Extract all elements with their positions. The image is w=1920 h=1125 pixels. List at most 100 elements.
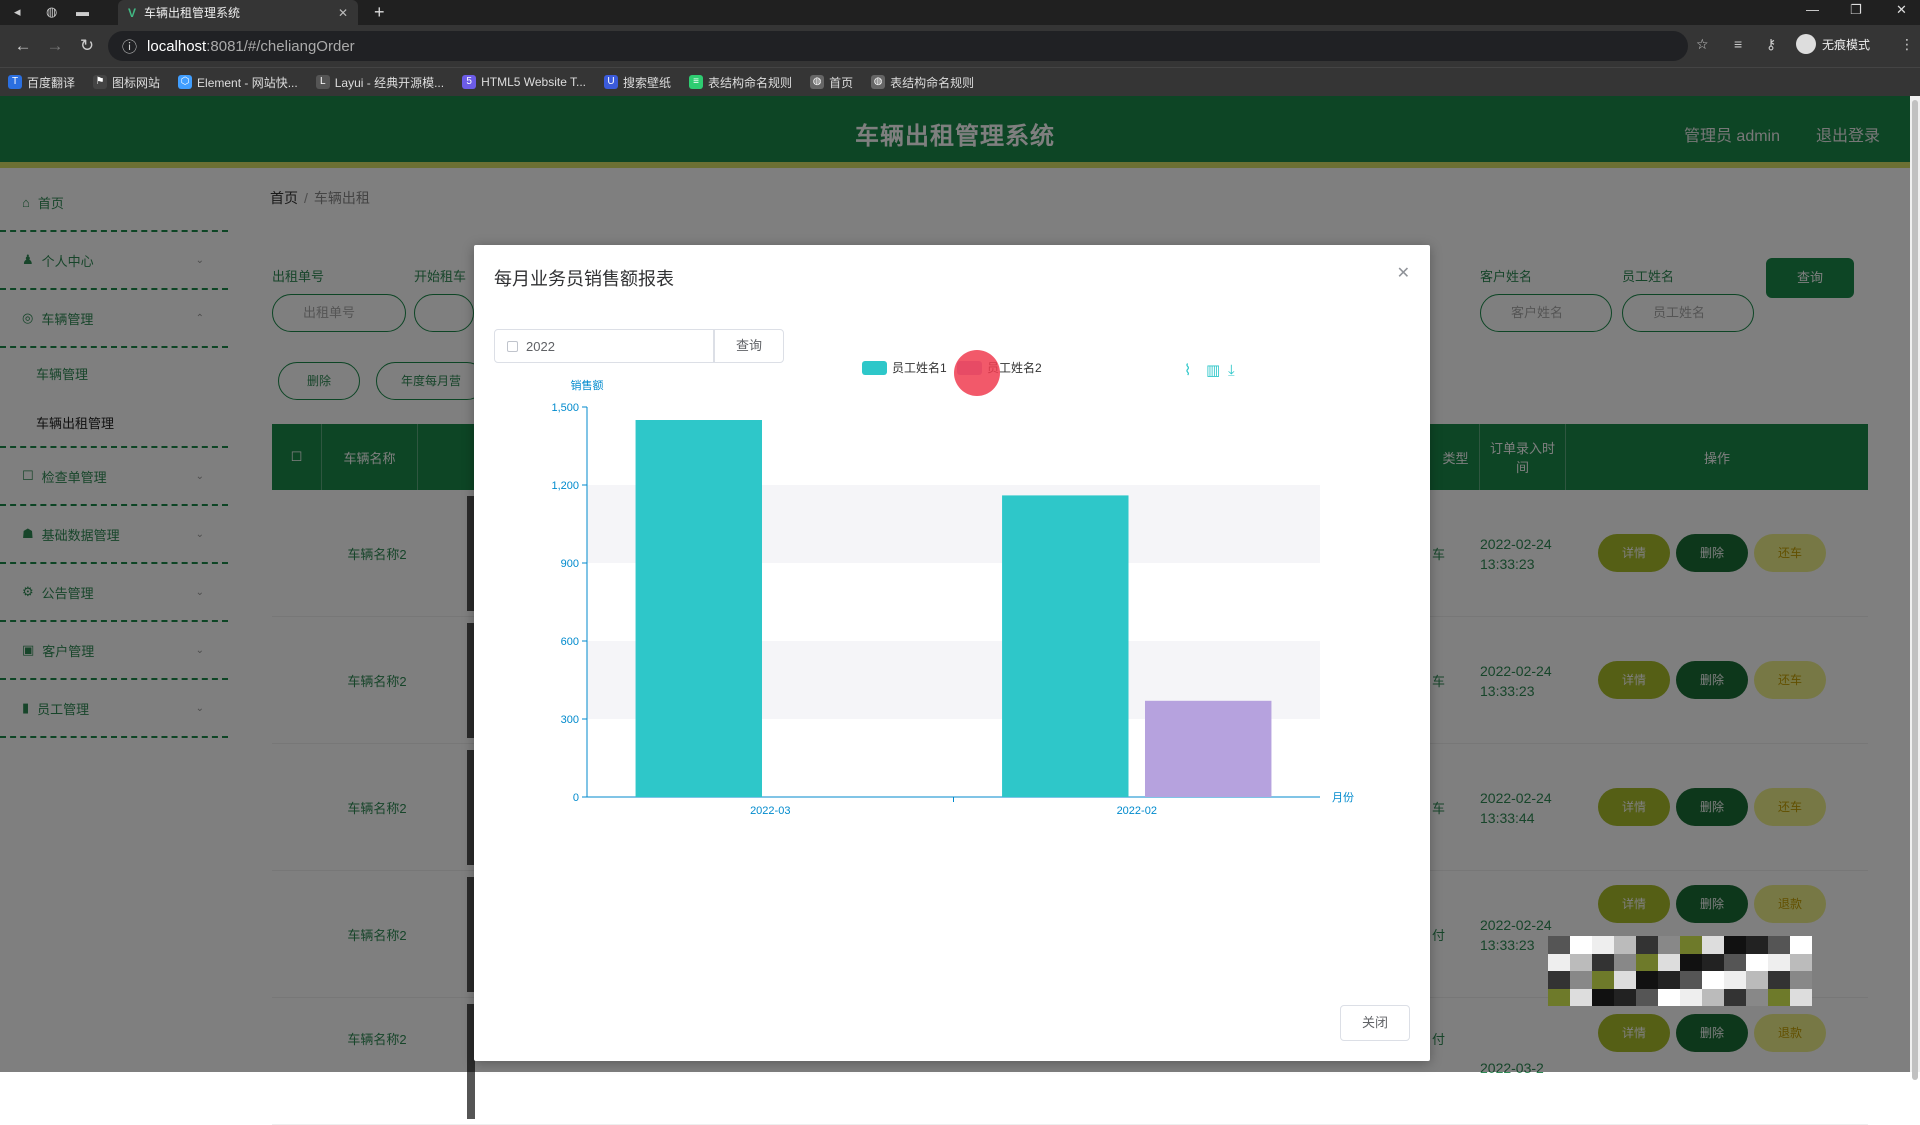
bar-员工姓名2 [1144,700,1272,797]
x-axis-label: 月份 [1332,791,1354,804]
address-bar-row: ← → ↻ ⓘ localhost:8081/#/cheliangOrder ☆… [0,25,1920,67]
mosaic-cell [1570,936,1592,954]
star-icon[interactable]: ☆ [1696,36,1709,53]
mosaic-cell [1702,988,1724,1006]
click-indicator [954,350,1000,396]
bar-chart-icon[interactable]: ▥ [1206,361,1220,379]
mosaic-cell [1680,953,1702,971]
y-tick-label: 600 [561,636,579,648]
reading-list-icon[interactable]: ≡ [1734,36,1742,52]
bookmark[interactable]: ≡ 表结构命名规则 [689,74,792,91]
mosaic-cell [1592,953,1614,971]
mosaic-cell [1790,936,1812,954]
bookmark[interactable]: ⬡ Element - 网站快... [178,74,298,91]
browser-tab[interactable]: V 车辆出租管理系统 ✕ [118,0,358,25]
mosaic-cell [1658,936,1680,954]
url-field[interactable]: ⓘ localhost:8081/#/cheliangOrder [108,31,1688,61]
close-window-icon[interactable]: ✕ [1896,2,1907,18]
tab-bar: ◂ ◍ ▬ V 车辆出租管理系统 ✕ + — ❐ ✕ [0,0,1920,25]
restore-icon[interactable]: ❐ [1850,2,1862,18]
y-tick-label: 300 [561,714,579,726]
bookmark[interactable]: L Layui - 经典开源模... [315,74,445,91]
mosaic-cell [1724,988,1746,1006]
bookmark[interactable]: U 搜索壁纸 [604,74,671,91]
tab-title: 车辆出租管理系统 [144,6,241,20]
bar-员工姓名1 [1002,495,1129,797]
window-icon[interactable]: ▬ [76,4,89,19]
scrollbar-thumb[interactable] [1912,100,1918,1080]
bookmark-label: 表结构命名规则 [890,75,975,90]
bookmark[interactable]: T 百度翻译 [8,74,75,91]
bookmark-label: Element - 网站快... [197,75,298,90]
close-icon[interactable]: ✕ [1397,263,1410,283]
mosaic-cell [1636,988,1658,1006]
bookmark-label: HTML5 Website T... [481,75,587,89]
dialog-close-button[interactable]: 关闭 [1340,1005,1410,1041]
mosaic-cell [1680,971,1702,989]
mosaic-cell [1768,953,1790,971]
bookmark[interactable]: 5 HTML5 Website T... [462,75,586,89]
page-scrollbar[interactable] [1910,96,1920,1080]
bookmark-label: Layui - 经典开源模... [334,75,445,90]
minimize-icon[interactable]: — [1806,2,1819,17]
mosaic-cell [1702,971,1724,989]
mosaic-cell [1614,971,1636,989]
speaker-icon[interactable]: ◂ [14,4,21,20]
mosaic-cell [1724,971,1746,989]
globe-icon[interactable]: ◍ [46,4,57,20]
mosaic-cell [1746,953,1768,971]
bar-员工姓名1 [635,420,763,797]
incognito-icon [1796,34,1816,54]
mosaic-watermark [1548,936,1812,1006]
bookmark-label: 百度翻译 [27,75,76,90]
bookmark-label: 搜索壁纸 [623,75,672,90]
new-tab-icon[interactable]: + [374,2,385,23]
mosaic-cell [1636,953,1658,971]
mosaic-cell [1702,936,1724,954]
y-tick-label: 900 [561,558,579,570]
mosaic-cell [1724,936,1746,954]
incognito-badge[interactable]: 无痕模式 [1796,34,1870,54]
bookmark[interactable]: ⚑ 图标网站 [93,74,160,91]
line-chart-icon[interactable]: ⌇ [1184,361,1191,379]
mosaic-cell [1768,971,1790,989]
bookmark-label: 表结构命名规则 [708,75,793,90]
download-icon[interactable]: ⤓ [1228,361,1235,379]
mosaic-cell [1636,971,1658,989]
mosaic-cell [1548,936,1570,954]
mosaic-cell [1592,971,1614,989]
mosaic-cell [1702,953,1724,971]
info-icon[interactable]: ⓘ [122,36,137,57]
legend-swatch [862,361,887,375]
y-tick-label: 0 [573,792,579,804]
sales-bar-chart: 0 300 600 900 1,200 1,500 销售额月份 2022-03 2022-02 员… [551,360,1354,817]
vue-icon: V [128,5,137,20]
mosaic-cell [1746,936,1768,954]
back-icon[interactable]: ← [14,36,32,56]
x-tick-label: 2022-02 [1117,805,1157,817]
mosaic-cell [1592,988,1614,1006]
key-icon[interactable]: ⚷ [1766,36,1776,53]
bookmark-label: 首页 [829,75,854,90]
y-tick-label: 1,200 [551,480,579,492]
mosaic-cell [1658,988,1680,1006]
mosaic-cell [1614,936,1636,954]
forward-icon[interactable]: → [46,36,64,56]
mosaic-cell [1768,936,1790,954]
mosaic-cell [1570,953,1592,971]
bookmark[interactable]: ◍ 首页 [810,74,853,91]
mosaic-cell [1548,971,1570,989]
mosaic-cell [1570,971,1592,989]
mosaic-cell [1614,988,1636,1006]
close-tab-icon[interactable]: ✕ [338,6,348,20]
mosaic-cell [1592,936,1614,954]
bookmark-label: 图标网站 [112,75,161,90]
legend-label: 员工姓名1 [892,360,947,375]
mosaic-cell [1790,953,1812,971]
mosaic-cell [1570,988,1592,1006]
reload-icon[interactable]: ↻ [78,36,96,56]
mosaic-cell [1790,971,1812,989]
bookmark[interactable]: ◍ 表结构命名规则 [871,74,974,91]
menu-icon[interactable]: ⋮ [1900,36,1914,53]
url-host: localhost [147,37,207,55]
